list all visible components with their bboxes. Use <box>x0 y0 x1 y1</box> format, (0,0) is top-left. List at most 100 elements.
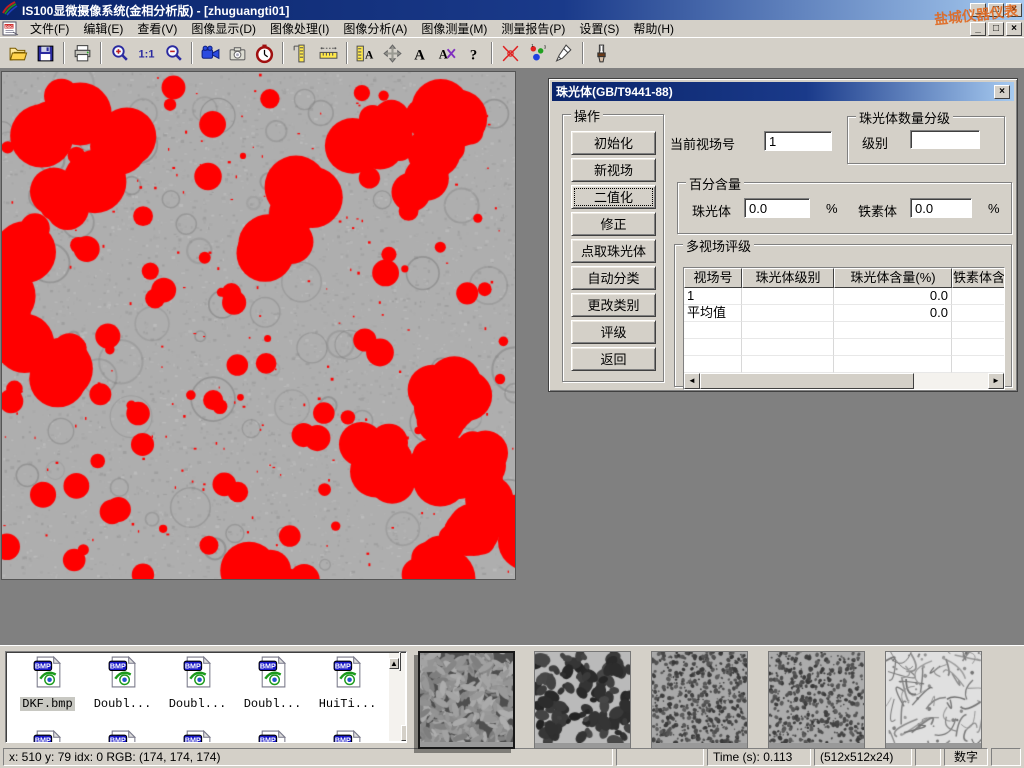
scroll-down-icon[interactable]: ▼ <box>401 725 407 741</box>
file-item[interactable]: BMP <box>160 729 235 743</box>
file-item-4[interactable]: BMPDoubl... <box>235 655 310 712</box>
op-button-5[interactable]: 点取珠光体 <box>571 239 656 263</box>
zoom-out-icon[interactable] <box>161 41 186 66</box>
op-button-3[interactable]: 二值化 <box>571 185 656 209</box>
file-item-3[interactable]: BMPDoubl... <box>160 655 235 712</box>
zoom-in-icon[interactable] <box>107 41 132 66</box>
current-field-label: 当前视场号 <box>670 134 735 153</box>
table-col-header-4[interactable]: 铁素体含量(%) <box>952 268 1005 288</box>
file-item-1[interactable]: BMPDKF.bmp <box>10 655 85 712</box>
camera-icon[interactable] <box>225 41 250 66</box>
rating-table[interactable]: 视场号珠光体级别珠光体含量(%)铁素体含量(%) 10.0平均值0.0 ◄ ► <box>683 267 1005 390</box>
op-button-4[interactable]: 修正 <box>571 212 656 236</box>
menu-item-help[interactable]: 帮助(H) <box>626 19 681 38</box>
table-row[interactable]: 10.0 <box>684 288 1004 305</box>
menu-item-view[interactable]: 查看(V) <box>130 19 184 38</box>
svg-text:BMP: BMP <box>335 661 351 670</box>
menu-item-image-measure[interactable]: 图像测量(M) <box>414 19 494 38</box>
brush-icon[interactable] <box>589 41 614 66</box>
menu-item-edit[interactable]: 编辑(E) <box>76 19 130 38</box>
ruler-icon[interactable] <box>316 41 341 66</box>
status-empty-3 <box>991 748 1021 766</box>
one-to-one-icon[interactable]: 1:1 <box>134 41 159 66</box>
thumbnail-1[interactable] <box>418 651 515 749</box>
mdi-restore-button[interactable]: □ <box>988 22 1004 36</box>
mdi-minimize-button[interactable]: _ <box>970 22 986 36</box>
dialog-close-button[interactable]: × <box>994 85 1010 99</box>
op-button-1[interactable]: 初始化 <box>571 131 656 155</box>
file-item[interactable]: BMP <box>85 729 160 743</box>
text-style-icon[interactable]: A <box>434 41 459 66</box>
menu-item-file[interactable]: 文件(F) <box>23 19 76 38</box>
table-col-header-1[interactable]: 视场号 <box>684 268 742 288</box>
op-button-6[interactable]: 自动分类 <box>571 266 656 290</box>
save-icon[interactable] <box>33 41 58 66</box>
file-item[interactable]: BMP <box>235 729 310 743</box>
file-item-5[interactable]: BMPHuiTi... <box>310 655 385 712</box>
video-camera-icon[interactable] <box>198 41 223 66</box>
metallograph-image[interactable] <box>2 72 515 579</box>
toolbar-separator <box>282 42 284 64</box>
ferrite-percent-unit: % <box>988 201 1000 216</box>
file-vscrollbar[interactable]: ▲ ▼ <box>389 653 405 741</box>
menu-bar: DOC 文件(F)编辑(E)查看(V)图像显示(D)图像处理(I)图像分析(A)… <box>0 20 1024 37</box>
table-col-header-2[interactable]: 珠光体级别 <box>742 268 834 288</box>
op-button-8[interactable]: 评级 <box>571 320 656 344</box>
toolbar-separator <box>191 42 193 64</box>
op-button-2[interactable]: 新视场 <box>571 158 656 182</box>
op-button-9[interactable]: 返回 <box>571 347 656 371</box>
pearlite-percent-input[interactable] <box>744 198 810 218</box>
table-cell <box>742 356 834 373</box>
file-browser[interactable]: BMPDKF.bmpBMPDoubl...BMPDoubl...BMPDoubl… <box>5 651 407 743</box>
close-button[interactable]: × <box>1006 3 1022 17</box>
thumbnail-3[interactable] <box>651 651 748 749</box>
menu-item-image-analysis[interactable]: 图像分析(A) <box>336 19 414 38</box>
ferrite-percent-input[interactable] <box>910 198 972 218</box>
measure-text-icon[interactable]: A <box>353 41 378 66</box>
table-col-header-3[interactable]: 珠光体含量(%) <box>834 268 952 288</box>
thumbnail-4[interactable] <box>768 651 865 749</box>
maximize-button[interactable]: □ <box>988 3 1004 17</box>
menu-item-image-display[interactable]: 图像显示(D) <box>184 19 263 38</box>
file-item-2[interactable]: BMPDoubl... <box>85 655 160 712</box>
minimize-button[interactable]: _ <box>970 3 986 17</box>
grade-input[interactable] <box>910 130 980 149</box>
svg-text:BMP: BMP <box>110 735 126 743</box>
table-row[interactable] <box>684 322 1004 339</box>
thumbnail-2[interactable] <box>534 651 631 749</box>
table-hscrollbar[interactable]: ◄ ► <box>684 373 1004 389</box>
scroll-up-icon[interactable]: ▲ <box>389 658 399 669</box>
pen-icon[interactable] <box>552 41 577 66</box>
svg-text:BMP: BMP <box>35 735 51 743</box>
print-icon[interactable] <box>70 41 95 66</box>
text-icon[interactable]: A <box>407 41 432 66</box>
table-row[interactable] <box>684 339 1004 356</box>
scroll-left-icon[interactable]: ◄ <box>684 373 700 389</box>
hscroll-thumb[interactable] <box>700 373 914 389</box>
grading-group: 珠光体数量分级 级别 <box>847 116 1005 164</box>
current-field-input[interactable] <box>764 131 832 151</box>
thumbnail-5[interactable] <box>885 651 982 749</box>
table-row[interactable]: 平均值0.0 <box>684 305 1004 322</box>
mdi-close-button[interactable]: × <box>1006 22 1022 36</box>
timer-icon[interactable] <box>252 41 277 66</box>
curve-tool-icon[interactable] <box>498 41 523 66</box>
table-row[interactable] <box>684 356 1004 373</box>
processing-time: Time (s): 0.113 <box>707 748 811 766</box>
vscroll-thumb[interactable] <box>399 652 401 671</box>
file-name: Doubl... <box>92 697 154 711</box>
help-icon[interactable]: ? <box>461 41 486 66</box>
menu-item-settings[interactable]: 设置(S) <box>572 19 626 38</box>
table-cell <box>684 339 742 356</box>
menu-item-image-process[interactable]: 图像处理(I) <box>263 19 336 38</box>
open-icon[interactable] <box>6 41 31 66</box>
document-icon: DOC <box>2 21 20 36</box>
file-item[interactable]: BMP <box>10 729 85 743</box>
caliper-icon[interactable] <box>289 41 314 66</box>
menu-item-measure-report[interactable]: 测量报告(P) <box>494 19 572 38</box>
op-button-7[interactable]: 更改类别 <box>571 293 656 317</box>
scroll-right-icon[interactable]: ► <box>988 373 1004 389</box>
move-cross-icon[interactable] <box>380 41 405 66</box>
file-item[interactable]: BMP <box>310 729 385 743</box>
particle-classify-icon[interactable]: 13 <box>525 41 550 66</box>
